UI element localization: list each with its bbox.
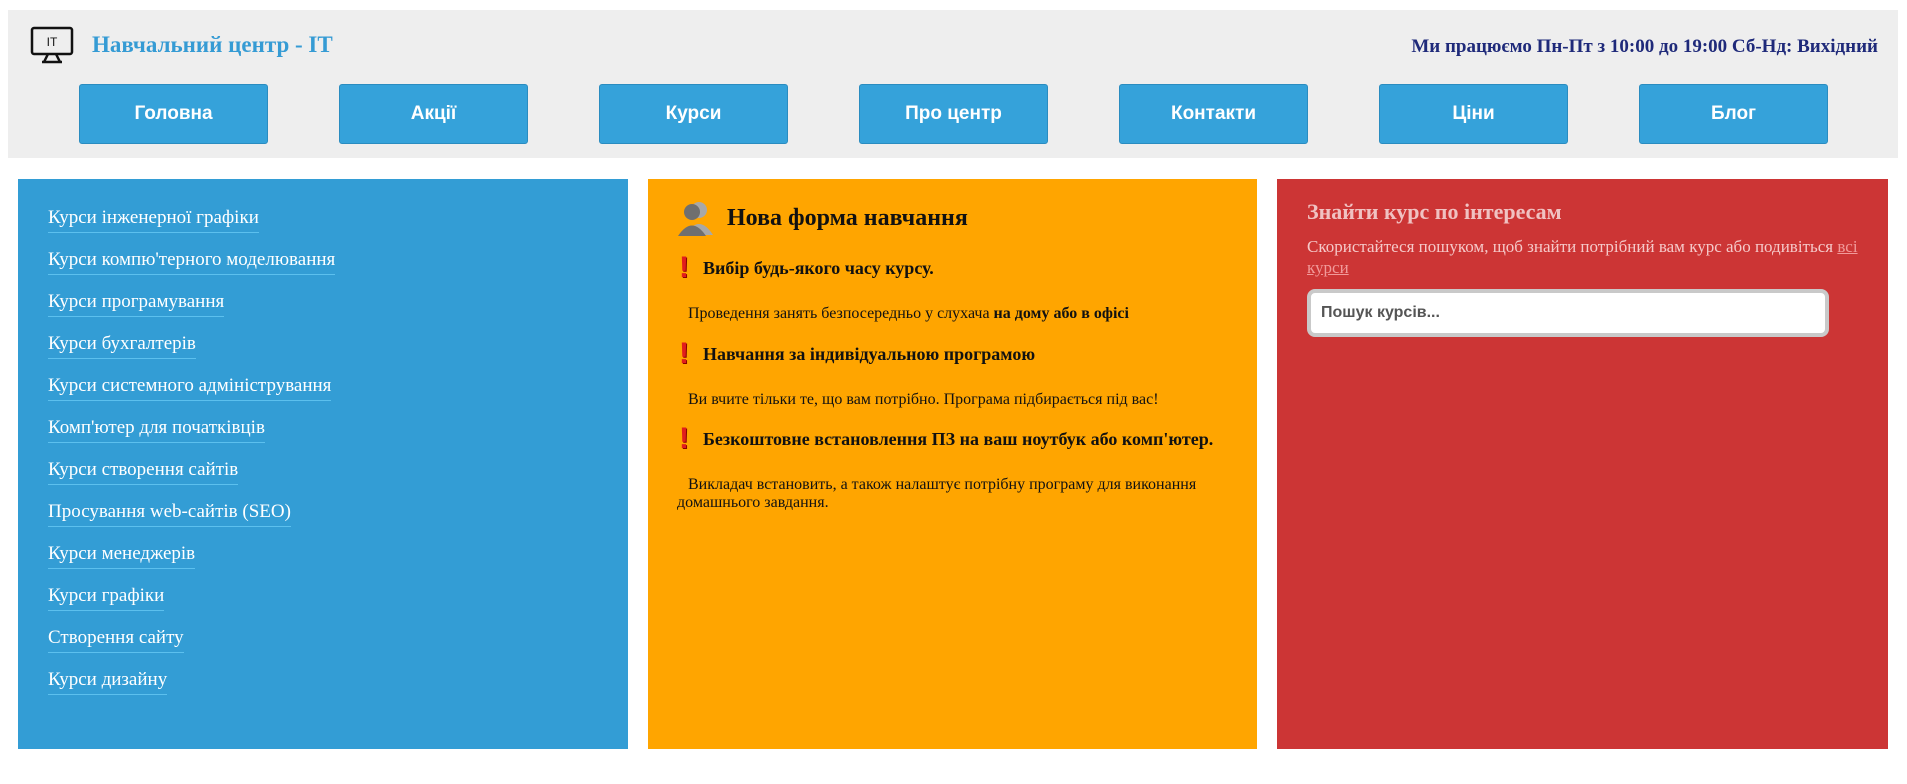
nav-about-button[interactable]: Про центр [859, 84, 1048, 144]
site-title[interactable]: Навчальний центр - IT [92, 32, 333, 58]
monitor-icon[interactable]: IT [30, 26, 76, 66]
features-title: Нова форма навчання [727, 204, 968, 231]
list-item: Курси програмування [48, 291, 335, 333]
main-nav: Головна Акції Курси Про центр Контакти Ц… [79, 84, 1837, 144]
search-description: Скористайтеся пошуком, щоб знайти потріб… [1307, 236, 1877, 278]
list-item: Курси графіки [48, 585, 335, 627]
feature-title: Навчання за індивідуальною програмою [703, 343, 1036, 364]
course-link[interactable]: Курси програмування [48, 291, 225, 317]
course-link[interactable]: Курси створення сайтів [48, 459, 239, 485]
features-header: Нова форма навчання [677, 199, 968, 237]
feature-title: Безкоштовне встановлення ПЗ на ваш ноутб… [703, 428, 1214, 449]
list-item: Курси бухгалтерів [48, 333, 335, 375]
logo-text: IT [47, 35, 58, 49]
exclamation-icon: ! [679, 422, 689, 455]
feature-title: Вибір будь-якого часу курсу. [703, 257, 934, 278]
feature-item: ! Навчання за індивідуальною програмою В… [677, 339, 1247, 409]
nav-contacts-button[interactable]: Контакти [1119, 84, 1308, 144]
feature-item: ! Вибір будь-якого часу курсу. Проведенн… [677, 253, 1247, 323]
list-item: Створення сайту [48, 627, 335, 669]
exclamation-icon: ! [679, 251, 689, 284]
feature-text-bold: на дому або в офісі [993, 305, 1129, 322]
courses-panel: Курси інженерної графіки Курси компю'тер… [18, 179, 628, 749]
course-link[interactable]: Створення сайту [48, 627, 184, 653]
list-item: Курси дизайну [48, 669, 335, 711]
user-group-icon [677, 199, 715, 237]
nav-blog-button[interactable]: Блог [1639, 84, 1828, 144]
course-link[interactable]: Курси графіки [48, 585, 165, 611]
exclamation-icon: ! [679, 337, 689, 370]
features-panel: Нова форма навчання ! Вибір будь-якого ч… [648, 179, 1257, 749]
feature-head: ! Навчання за індивідуальною програмою [677, 339, 1247, 369]
search-description-text: Скористайтеся пошуком, щоб знайти потріб… [1307, 237, 1838, 256]
feature-item: ! Безкоштовне встановлення ПЗ на ваш ноу… [677, 424, 1247, 512]
feature-text-plain: Проведення занять безпосередньо у слухач… [688, 305, 994, 322]
feature-head: ! Вибір будь-якого часу курсу. [677, 253, 1247, 283]
site-header: IT Навчальний центр - IT Ми працюємо Пн-… [8, 10, 1898, 158]
course-link[interactable]: Курси бухгалтерів [48, 333, 196, 359]
list-item: Курси системного адміністрування [48, 375, 335, 417]
list-item: Просування web-сайтів (SEO) [48, 501, 335, 543]
course-link[interactable]: Просування web-сайтів (SEO) [48, 501, 291, 527]
feature-head: ! Безкоштовне встановлення ПЗ на ваш ноу… [677, 424, 1247, 454]
course-link[interactable]: Курси менеджерів [48, 543, 196, 569]
course-link[interactable]: Курси інженерної графіки [48, 207, 259, 233]
nav-courses-button[interactable]: Курси [599, 84, 788, 144]
course-link[interactable]: Курси системного адміністрування [48, 375, 332, 401]
course-link[interactable]: Комп'ютер для початківців [48, 417, 265, 443]
search-title: Знайти курс по інтересам [1307, 199, 1562, 224]
list-item: Курси компю'терного моделювання [48, 249, 336, 291]
list-item: Курси створення сайтів [48, 459, 335, 501]
search-input[interactable] [1307, 289, 1829, 337]
nav-prices-button[interactable]: Ціни [1379, 84, 1568, 144]
list-item: Курси менеджерів [48, 543, 335, 585]
working-hours: Ми працюємо Пн-Пт з 10:00 до 19:00 Сб-Нд… [1411, 36, 1878, 57]
feature-text: Проведення занять безпосередньо у слухач… [677, 305, 1247, 323]
list-item: Комп'ютер для початківців [48, 417, 335, 459]
course-link[interactable]: Курси компю'терного моделювання [48, 249, 336, 275]
course-list: Курси інженерної графіки Курси компю'тер… [48, 207, 336, 711]
nav-home-button[interactable]: Головна [79, 84, 268, 144]
course-link[interactable]: Курси дизайну [48, 669, 168, 695]
feature-text: Викладач встановить, а також налаштує по… [677, 476, 1197, 511]
nav-promotions-button[interactable]: Акції [339, 84, 528, 144]
search-panel: Знайти курс по інтересам Скористайтеся п… [1277, 179, 1888, 749]
list-item: Курси інженерної графіки [48, 207, 335, 249]
feature-text: Ви вчите тільки те, що вам потрібно. Про… [688, 391, 1159, 408]
